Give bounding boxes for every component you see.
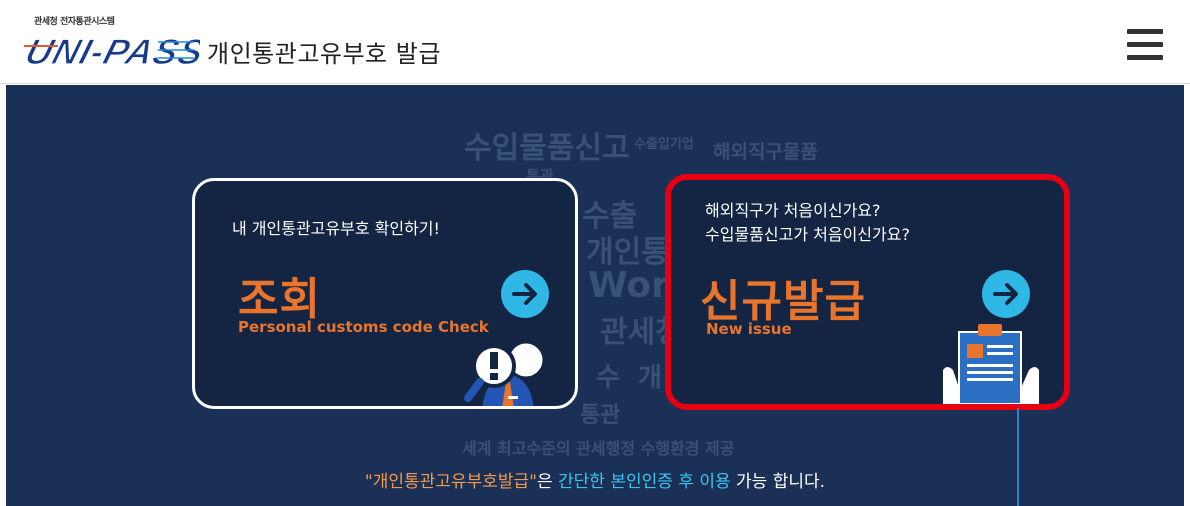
new-issue-english-label: New issue: [706, 320, 792, 338]
notice-auth-requirement: 간단한 본인인증 후 이용: [558, 472, 731, 492]
page-title: 개인통관고유부호 발급: [207, 40, 441, 68]
magnifier-person-icon: [464, 340, 546, 406]
arrow-glyph: [512, 283, 537, 305]
new-issue-subtitle-line2: 수입물품신고가 처음이신가요?: [705, 225, 910, 244]
background-word: 세계 최고수준의 관세행정 수행환경 제공: [462, 439, 735, 458]
background-word: 수입물품신고: [464, 131, 630, 166]
background-word: 개: [638, 363, 662, 393]
lookup-english-label: Personal customs code Check: [238, 318, 489, 336]
arrow-right-circle-icon[interactable]: [982, 270, 1030, 318]
notice-connector: 은: [536, 472, 559, 492]
lookup-subtitle: 내 개인통관고유부호 확인하기!: [232, 219, 440, 238]
new-issue-subtitle-line1: 해외직구가 처음이신가요?: [705, 201, 881, 220]
lookup-card[interactable]: 내 개인통관고유부호 확인하기! 조회 Personal customs cod…: [192, 178, 578, 409]
notice-service-name: "개인통관고유부호발급": [364, 472, 537, 492]
arrow-glyph: [993, 283, 1018, 305]
background-word: 수출입기업: [634, 137, 694, 152]
background-word: 통관: [580, 403, 621, 428]
svg-text:UNI-PASS: UNI-PASS: [21, 32, 200, 72]
clipboard-document-icon: [943, 324, 1039, 404]
unipass-logo[interactable]: 관세청 전자통관시스템 UNI-PASS: [18, 14, 203, 74]
header: 관세청 전자통관시스템 UNI-PASS 개인통관고유부호 발급: [0, 0, 1190, 84]
notice-ending: 가능 합니다.: [730, 472, 826, 492]
background-word: 해외직구물품: [713, 141, 818, 163]
hero-banner: 수입물품신고 수출입기업 해외직구물품 통관 수출 개인통관 World 관세청…: [6, 85, 1184, 506]
background-word: 수: [596, 363, 620, 393]
notice-text: "개인통관고유부호발급"은 간단한 본인인증 후 이용 가능 합니다.: [6, 467, 1184, 492]
new-issue-card[interactable]: 해외직구가 처음이신가요? 수입물품신고가 처음이신가요? 신규발급 New i…: [665, 174, 1070, 410]
arrow-right-circle-icon[interactable]: [501, 270, 549, 318]
hamburger-menu-icon[interactable]: [1127, 29, 1163, 61]
unipass-wordmark: UNI-PASS: [20, 31, 200, 72]
